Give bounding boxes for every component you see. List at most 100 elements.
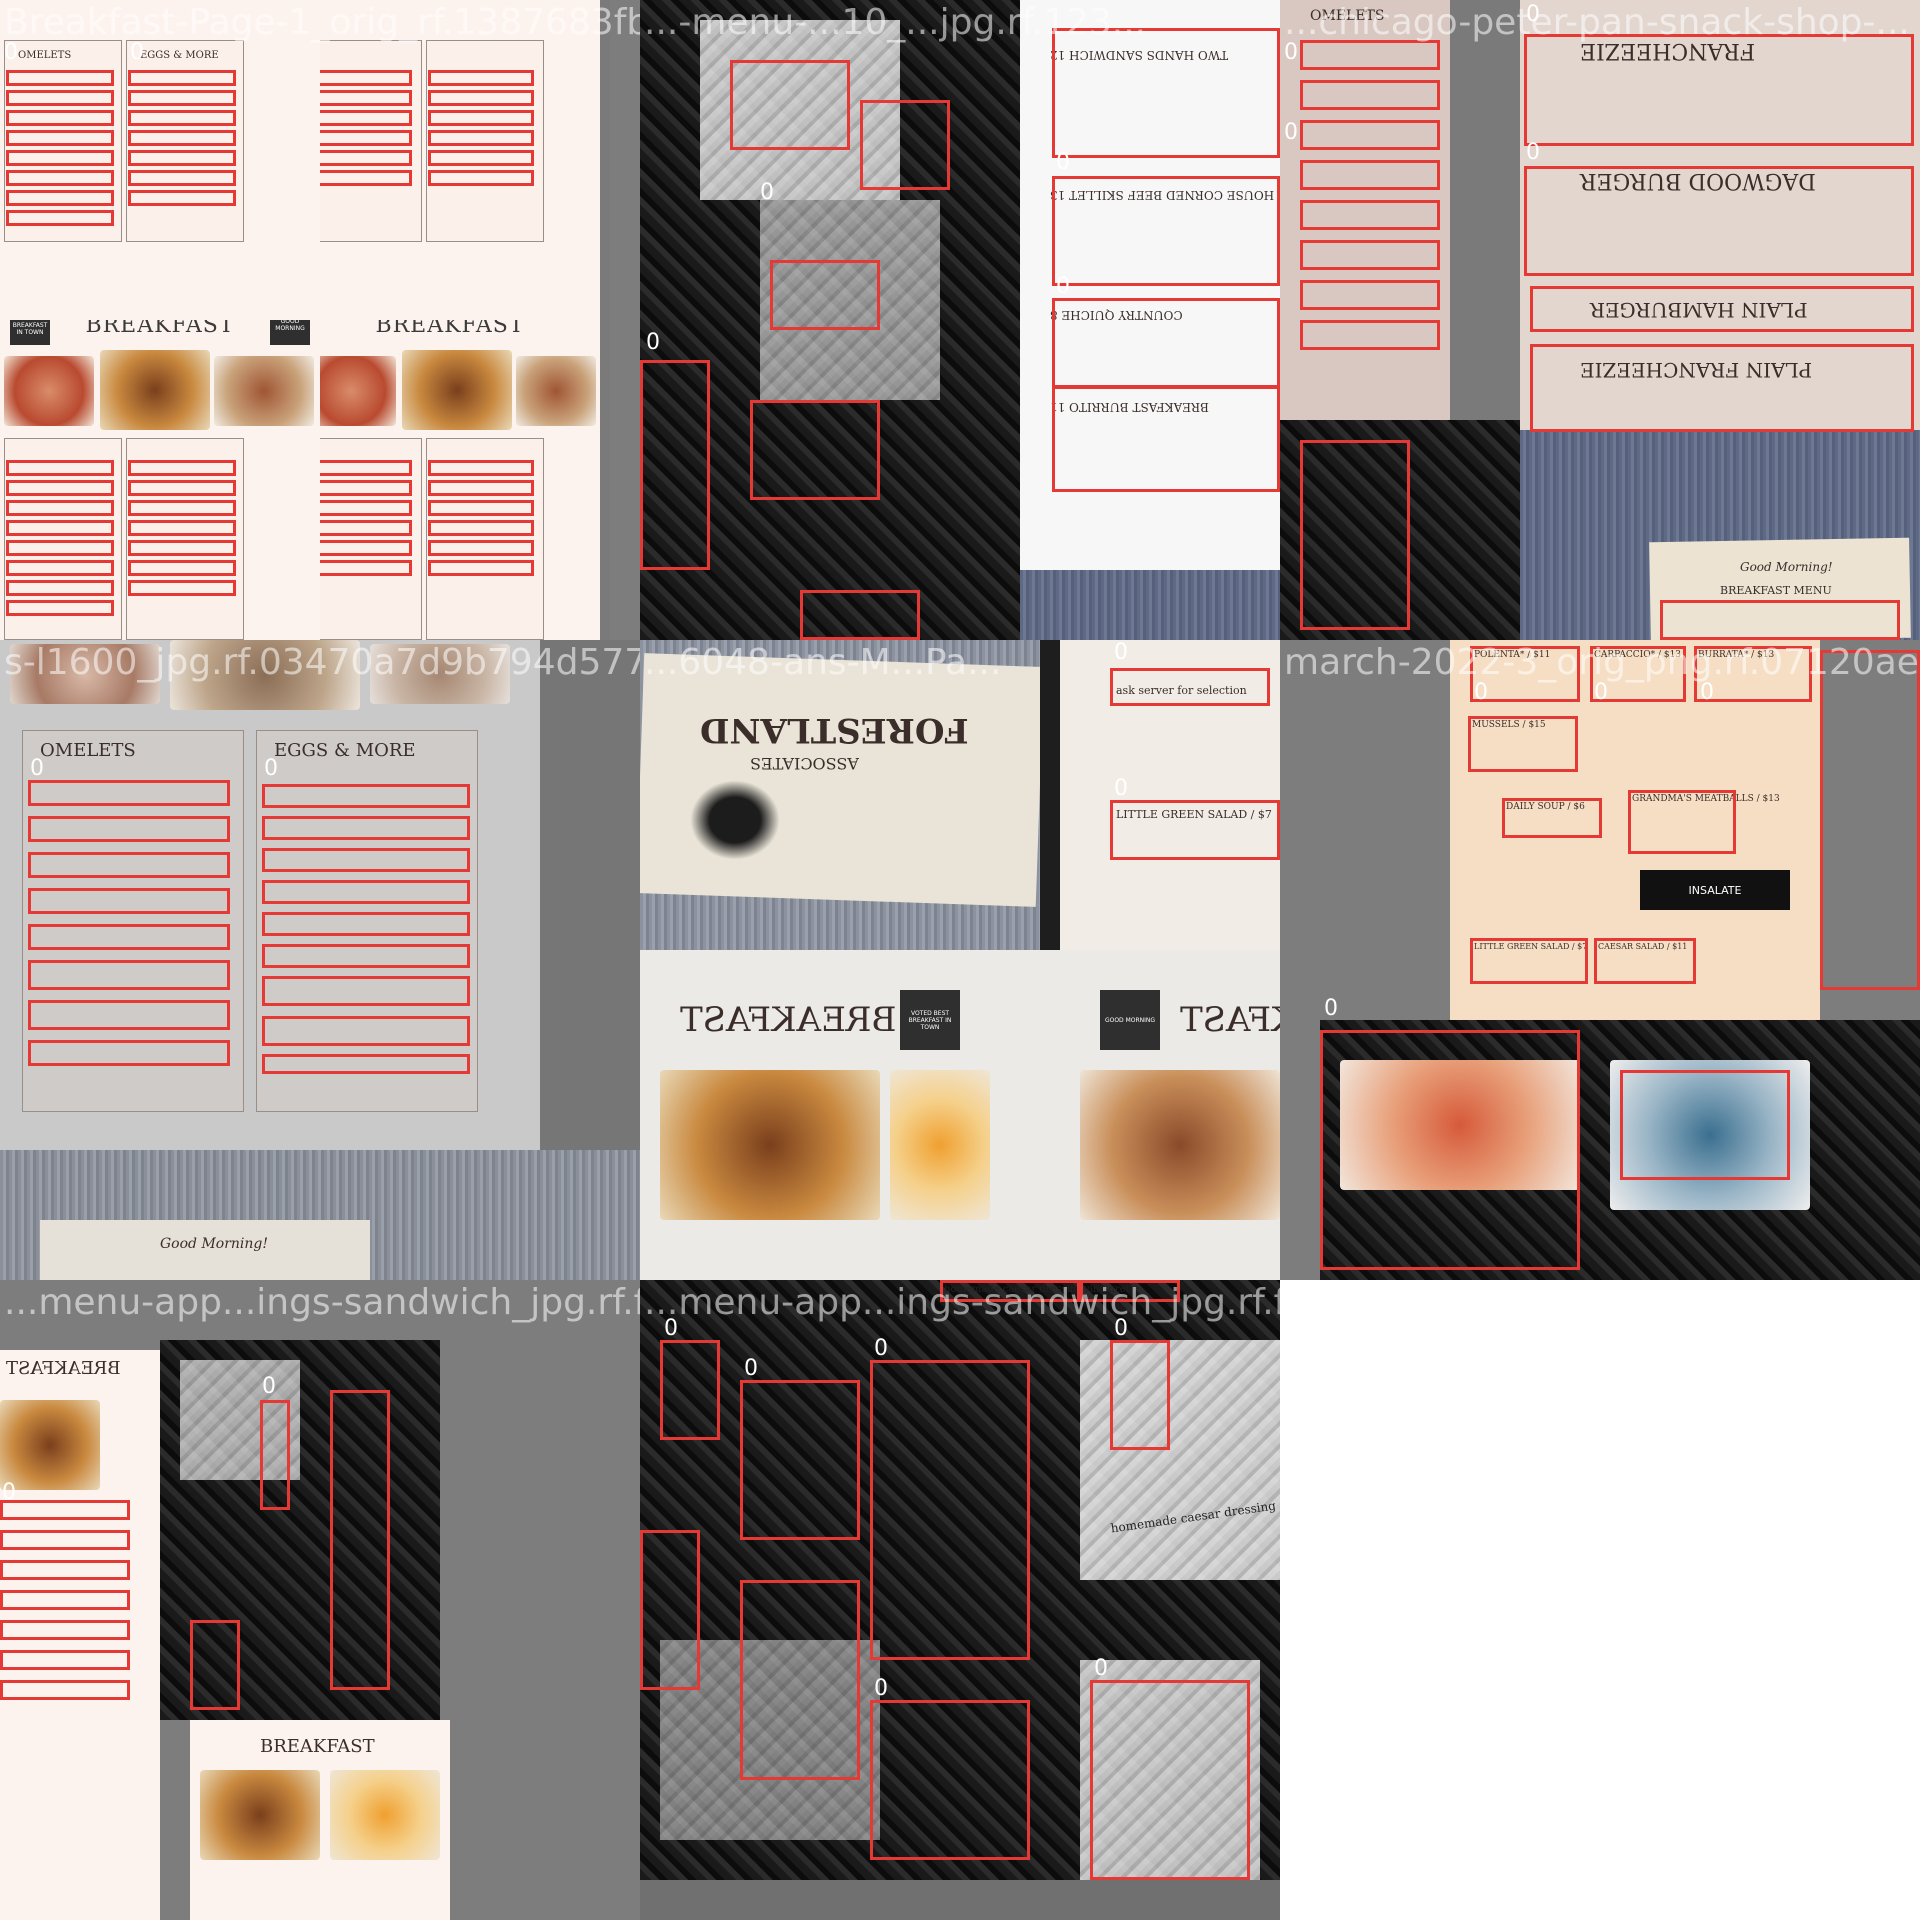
- detection-box: [6, 190, 114, 206]
- omelets-heading: OMELETS: [18, 50, 72, 61]
- detection-box: [6, 110, 114, 126]
- detection-box: [28, 960, 230, 990]
- detection-box: [320, 500, 412, 516]
- detection-box: [1502, 798, 1602, 838]
- detection-box: [0, 1680, 130, 1700]
- detection-box: [1594, 938, 1696, 984]
- voted-badge: VOTED BEST BREAKFAST IN TOWN: [900, 990, 960, 1050]
- detection-box: [428, 150, 534, 166]
- detection-box: [870, 1360, 1030, 1660]
- detection-box: [428, 170, 534, 186]
- detection-box: [190, 1620, 240, 1710]
- detection-box: [6, 130, 114, 146]
- detection-box: [6, 170, 114, 186]
- good-morning-script: Good Morning!: [160, 1236, 269, 1252]
- detection-box: [1090, 1680, 1250, 1880]
- detection-box: [940, 1280, 1080, 1302]
- detection-box: [128, 130, 236, 146]
- detection-box: [1052, 298, 1280, 388]
- detection-box: [320, 560, 412, 576]
- detection-box: [128, 500, 236, 516]
- detection-box: [640, 360, 710, 570]
- breakfast-title: BREAKFAST: [375, 320, 525, 338]
- detection-box: [320, 170, 412, 186]
- detection-box: [1300, 80, 1440, 110]
- detection-box: [128, 70, 236, 86]
- detection-box: [1524, 34, 1914, 146]
- detection-box: [1110, 800, 1280, 860]
- associates-title: ASSOCIATES: [750, 754, 859, 773]
- tile-breakfast-page: OMELETS EGGS & MORE 0 0 BREAKFAST IN TOW…: [0, 0, 640, 640]
- detection-box: [1530, 286, 1914, 332]
- detection-box: [428, 130, 534, 146]
- eggs-more-heading: EGGS & MORE: [140, 50, 219, 61]
- detection-box: [128, 150, 236, 166]
- omelets-heading: OMELETS: [1310, 8, 1385, 24]
- augmented-mosaic: OMELETS EGGS & MORE 0 0 BREAKFAST IN TOW…: [0, 0, 1920, 1920]
- detection-box: [640, 1530, 700, 1690]
- detection-box: [1320, 1030, 1580, 1270]
- breakfast-title: BREAKFAST: [680, 1000, 897, 1040]
- detection-box: [800, 590, 920, 640]
- detection-box: [128, 520, 236, 536]
- tile-1-quadrant: [320, 0, 640, 320]
- detection-box: [28, 924, 230, 950]
- tile-march-2022: BREAKFAST 0 0 BREAKFAST ...menu-app...in…: [0, 1280, 640, 1920]
- detection-box: [0, 1500, 130, 1520]
- detection-box: [28, 1040, 230, 1066]
- detection-box: [1524, 166, 1914, 276]
- detection-box: [1300, 200, 1440, 230]
- detection-box: [1820, 650, 1920, 990]
- detection-box: [428, 70, 534, 86]
- detection-box: [1620, 1070, 1790, 1180]
- eggs-more-heading: EGGS & MORE: [274, 740, 416, 761]
- detection-box: [428, 540, 534, 556]
- detection-box: [128, 540, 236, 556]
- detection-box: [428, 460, 534, 476]
- detection-box: [428, 110, 534, 126]
- detection-box: [428, 90, 534, 106]
- tile-forestland: FORESTLAND ASSOCIATES ask server for sel…: [640, 640, 1280, 1280]
- detection-box: [1110, 668, 1270, 706]
- detection-box: [262, 784, 470, 808]
- detection-box: [1052, 176, 1280, 286]
- detection-box: [428, 500, 534, 516]
- detection-box: [6, 480, 114, 496]
- detection-box: [262, 912, 470, 936]
- detection-box: [6, 90, 114, 106]
- detection-box: [740, 1580, 860, 1780]
- detection-box: [0, 1620, 130, 1640]
- detection-box: [6, 520, 114, 536]
- detection-box: [262, 880, 470, 904]
- detection-box: [1470, 646, 1580, 702]
- detection-box: [6, 540, 114, 556]
- detection-box: [128, 190, 236, 206]
- detection-box: [428, 560, 534, 576]
- detection-box: [6, 460, 114, 476]
- detection-box: [870, 1700, 1030, 1860]
- detection-box: [428, 520, 534, 536]
- good-morning-badge: GOOD MORNING: [1100, 990, 1160, 1050]
- detection-box: [262, 1016, 470, 1046]
- detection-box: [1470, 938, 1588, 984]
- detection-box: [660, 1340, 720, 1440]
- breakfast-title: BREAKFAST: [260, 1736, 375, 1757]
- detection-box: [262, 944, 470, 968]
- detection-box: [1080, 1280, 1180, 1302]
- insalate-header: INSALATE: [1640, 870, 1790, 910]
- detection-box: [6, 560, 114, 576]
- detection-box: [320, 90, 412, 106]
- detection-box: [262, 1054, 470, 1074]
- detection-box: [28, 852, 230, 878]
- tile-1-quadrant: BREAKFAST: [320, 320, 640, 640]
- detection-box: [28, 780, 230, 806]
- detection-box: [1628, 790, 1736, 854]
- detection-box: [770, 260, 880, 330]
- detection-box: [1052, 386, 1280, 492]
- breakfast-title: BREAKFAST: [6, 1358, 121, 1379]
- detection-box: [740, 1380, 860, 1540]
- tile-omelets-card: OMELETS EGGS & MORE 0 0 Good Morning! s-…: [0, 640, 640, 1280]
- detection-box: [330, 1390, 390, 1690]
- detection-box: [1300, 120, 1440, 150]
- detection-box: [320, 130, 412, 146]
